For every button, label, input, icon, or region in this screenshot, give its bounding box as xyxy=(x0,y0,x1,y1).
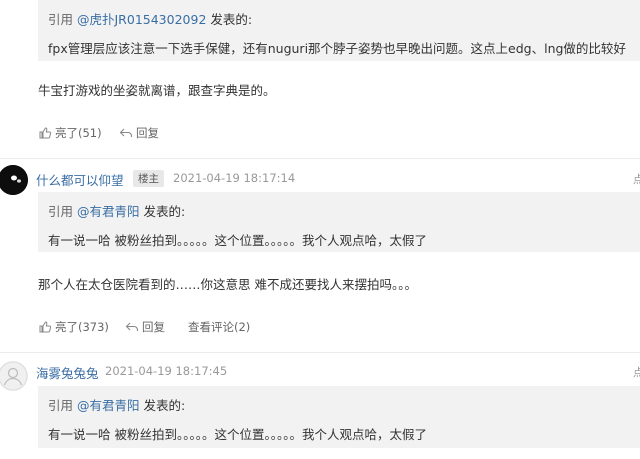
quote-block: 引用 @有君青阳 发表的: 有一说一哈 被粉丝拍到。。。。。这个位置。。。。。我… xyxy=(38,192,640,252)
reply-button[interactable]: 回复 xyxy=(125,319,165,335)
username-link[interactable]: 海雾兔兔兔 xyxy=(36,363,99,382)
quote-block: 引用 @有君青阳 发表的: 有一说一哈 被粉丝拍到。。。。。这个位置。。。。。我… xyxy=(38,386,640,448)
like-button[interactable]: 亮了(51) xyxy=(38,125,102,141)
reply-label: 回复 xyxy=(136,126,159,140)
user-avatar[interactable] xyxy=(0,165,28,195)
quote-author-link[interactable]: @有君青阳 xyxy=(77,398,140,413)
quote-prefix: 引用 xyxy=(48,12,74,27)
quote-text: 有一说一哈 被粉丝拍到。。。。。这个位置。。。。。我个人观点哈，太假了 xyxy=(48,427,427,442)
like-count: 亮了(373) xyxy=(55,320,109,334)
quote-suffix: 发表的: xyxy=(210,12,253,27)
quote-text: 有一说一哈 被粉丝拍到。。。。。这个位置。。。。。我个人观点哈，太假了 xyxy=(48,233,427,248)
quote-header: 引用 @虎扑JR0154302092 发表的: xyxy=(48,9,252,28)
user-avatar[interactable] xyxy=(0,361,28,391)
post-divider xyxy=(0,352,640,353)
quote-author-link[interactable]: @虎扑JR0154302092 xyxy=(77,12,206,27)
reply-label: 回复 xyxy=(142,320,165,334)
quote-header: 引用 @有君青阳 发表的: xyxy=(48,395,185,414)
post-timestamp: 2021-04-19 18:17:45 xyxy=(105,364,228,378)
quote-author-link[interactable]: @有君青阳 xyxy=(77,204,140,219)
quote-header: 引用 @有君青阳 发表的: xyxy=(48,201,185,220)
reply-arrow-icon xyxy=(119,128,133,137)
post-divider xyxy=(0,158,640,159)
post-timestamp: 2021-04-19 18:17:14 xyxy=(173,171,296,185)
post-body: 那个人在太仓医院看到的……你这意思 难不成还要找人来摆拍吗。。。 xyxy=(38,277,417,292)
thumbs-up-icon xyxy=(39,321,52,333)
quote-text: fpx管理层应该注意一下选手保健，还有nuguri那个脖子姿势也早晚出问题。这点… xyxy=(48,41,626,56)
report-link[interactable]: 点 xyxy=(633,171,640,187)
quote-prefix: 引用 xyxy=(48,204,74,219)
report-link[interactable]: 点 xyxy=(633,364,640,380)
like-count: 亮了(51) xyxy=(55,126,102,140)
username-link[interactable]: 什么都可以仰望 xyxy=(36,170,124,189)
user-avatar-icon xyxy=(0,361,28,391)
reply-arrow-icon xyxy=(125,322,139,331)
post-body: 牛宝打游戏的坐姿就离谱，跟查字典是的。 xyxy=(38,83,276,98)
comments-label: 查看评论(2) xyxy=(188,320,251,334)
quote-suffix: 发表的: xyxy=(143,204,186,219)
quote-prefix: 引用 xyxy=(48,398,74,413)
op-badge: 楼主 xyxy=(133,170,164,187)
reply-button[interactable]: 回复 xyxy=(119,125,159,141)
quote-suffix: 发表的: xyxy=(143,398,186,413)
view-comments-link[interactable]: 查看评论(2) xyxy=(188,319,250,335)
quote-block: 引用 @虎扑JR0154302092 发表的: fpx管理层应该注意一下选手保健… xyxy=(38,0,640,61)
thumbs-up-icon xyxy=(39,127,52,139)
like-button[interactable]: 亮了(373) xyxy=(38,319,109,335)
avatar-image xyxy=(0,165,28,195)
